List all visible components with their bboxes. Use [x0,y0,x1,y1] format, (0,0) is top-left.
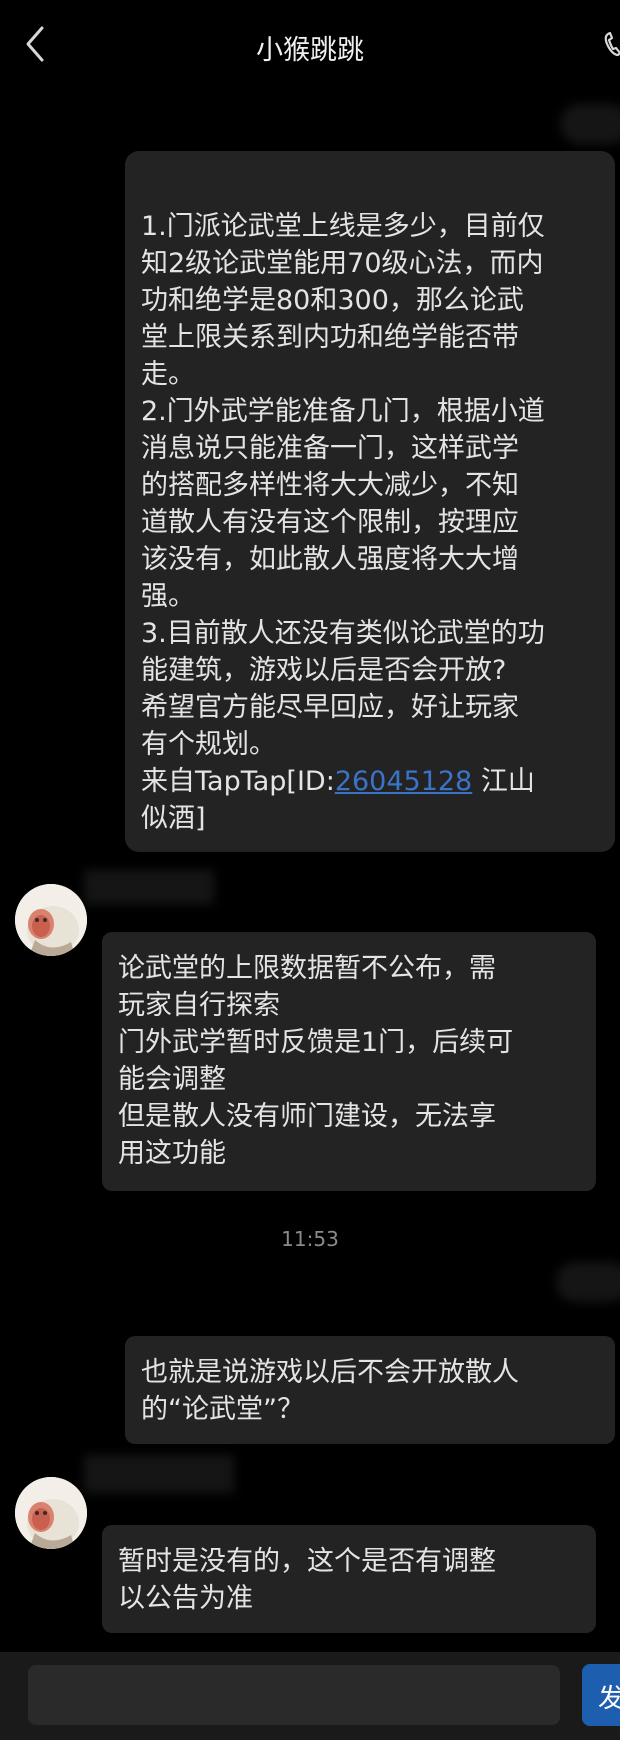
avatar[interactable] [15,884,87,956]
message-line: 功和绝学是80和300，那么论武 [141,285,524,316]
message-line: 暂时是没有的，这个是否有调整 [118,1546,496,1577]
blurred-name [84,870,214,904]
message-line: 堂上限关系到内功和绝学能否带 [141,322,519,353]
blurred-name [560,104,620,144]
message-line: 强。 [141,581,195,612]
source-line: 来自TapTap[ID:26045128 江山 [141,763,605,800]
message-line: 的“论武堂”？ [141,1394,304,1425]
source-suffix: 江山 [472,766,535,797]
message-line: 的搭配多样性将大大减少，不知 [141,470,519,501]
message-bubble-outgoing[interactable]: 1.门派论武堂上线是多少，目前仅 知2级论武堂能用70级心法，而内 功和绝学是8… [125,151,615,852]
call-button[interactable] [600,24,620,64]
source-prefix: 来自TapTap[ID: [141,766,335,797]
message-line: 道散人有没有这个限制，按理应 [141,507,519,538]
message-line: 1.门派论武堂上线是多少，目前仅 [141,211,545,242]
message-line: 3.目前散人还没有类似论武堂的功 [141,618,545,649]
message-line: 希望官方能尽早回应，好让玩家 [141,692,519,723]
message-timestamp: 11:53 [281,1227,339,1251]
message-line: 2.门外武学能准备几门，根据小道 [141,396,545,427]
message-bubble-incoming[interactable]: 暂时是没有的，这个是否有调整 以公告为准 [102,1525,596,1633]
message-line: 门外武学暂时反馈是1门，后续可 [118,1027,514,1058]
message-line: 知2级论武堂能用70级心法，而内 [141,248,544,279]
phone-icon [604,31,620,57]
message-line: 但是散人没有师门建设，无法享 [118,1101,496,1132]
message-line: 有个规划。 [141,729,276,760]
message-line: 消息说只能准备一门，这样武学 [141,433,519,464]
blurred-name [84,1455,234,1493]
send-button[interactable]: 发 [582,1664,620,1726]
message-line: 能会调整 [118,1064,226,1095]
chat-header: 小猴跳跳 [0,0,620,92]
message-line: 似酒] [141,803,206,834]
message-line: 玩家自行探索 [118,990,280,1021]
message-line: 能建筑，游戏以后是否会开放? [141,655,507,686]
message-line: 也就是说游戏以后不会开放散人 [141,1357,519,1388]
send-button-label: 发 [598,1684,620,1714]
blurred-name [556,1262,620,1302]
user-id-link[interactable]: 26045128 [335,766,472,797]
message-line: 用这功能 [118,1138,226,1169]
avatar-monkey-icon [15,1477,87,1549]
message-line: 该没有，如此散人强度将大大增 [141,544,519,575]
message-bubble-incoming[interactable]: 论武堂的上限数据暂不公布，需 玩家自行探索 门外武学暂时反馈是1门，后续可 能会… [102,932,596,1191]
avatar[interactable] [15,1477,87,1549]
message-line: 以公告为准 [118,1583,253,1614]
avatar-monkey-icon [15,884,87,956]
message-line: 论武堂的上限数据暂不公布，需 [118,953,496,984]
page-title: 小猴跳跳 [256,35,364,66]
message-line: 走。 [141,359,195,390]
message-bubble-outgoing[interactable]: 也就是说游戏以后不会开放散人 的“论武堂”？ [125,1336,615,1444]
message-input[interactable] [28,1665,560,1725]
